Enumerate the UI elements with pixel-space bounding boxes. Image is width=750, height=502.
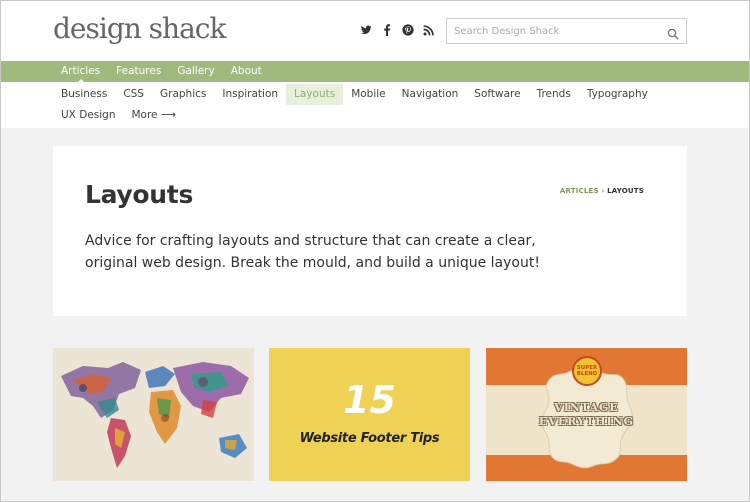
- facebook-icon[interactable]: [381, 24, 393, 36]
- main-nav-about[interactable]: About: [223, 61, 270, 82]
- main-nav-articles[interactable]: Articles: [53, 61, 108, 83]
- article-card-vintage[interactable]: SUPER BLEND VINTAGE EVERYTHING: [486, 348, 687, 481]
- page-description: Advice for crafting layouts and structur…: [85, 233, 540, 271]
- card-title: Website Footer Tips: [299, 431, 440, 446]
- page-title: Layouts: [85, 180, 194, 209]
- card-title: VINTAGE EVERYTHING: [486, 401, 687, 429]
- sub-nav-typography[interactable]: Typography: [579, 84, 656, 105]
- category-intro: Layouts ARTICLES › LAYOUTS Advice for cr…: [53, 146, 687, 316]
- breadcrumb: ARTICLES › LAYOUTS: [560, 187, 644, 195]
- twitter-icon[interactable]: [360, 24, 372, 36]
- sub-nav-navigation[interactable]: Navigation: [394, 84, 467, 105]
- article-card-world-map[interactable]: [53, 348, 254, 481]
- card-title-line2: EVERYTHING: [538, 415, 635, 428]
- sub-nav-layouts[interactable]: Layouts: [286, 84, 344, 105]
- rss-icon[interactable]: [423, 24, 435, 36]
- search-box: [446, 18, 687, 44]
- site-header: design shack: [0, 0, 750, 61]
- breadcrumb-articles[interactable]: ARTICLES: [560, 187, 599, 195]
- sub-nav-trends[interactable]: Trends: [529, 84, 579, 105]
- search-icon[interactable]: [667, 25, 679, 40]
- sub-nav-software[interactable]: Software: [466, 84, 528, 105]
- sub-nav-graphics[interactable]: Graphics: [152, 84, 214, 105]
- pinterest-icon[interactable]: [402, 24, 414, 36]
- social-links: [360, 24, 435, 36]
- world-map-image: [53, 348, 254, 481]
- search-input[interactable]: [447, 19, 657, 44]
- breadcrumb-current: LAYOUTS: [607, 187, 644, 195]
- site-logo[interactable]: design shack: [53, 12, 226, 45]
- main-nav-features[interactable]: Features: [108, 61, 169, 82]
- sub-nav-business[interactable]: Business: [53, 84, 115, 105]
- sub-nav-inspiration[interactable]: Inspiration: [214, 84, 286, 105]
- sub-nav: Business CSS Graphics Inspiration Layout…: [0, 82, 750, 128]
- sub-nav-css[interactable]: CSS: [115, 84, 152, 105]
- card-title-line1: VINTAGE: [554, 401, 619, 414]
- article-card-footer-tips[interactable]: 15 Website Footer Tips: [269, 348, 470, 481]
- main-nav: Articles Features Gallery About: [0, 61, 750, 83]
- sub-nav-mobile[interactable]: Mobile: [343, 84, 393, 105]
- card-number: 15: [343, 378, 396, 422]
- main-nav-gallery[interactable]: Gallery: [169, 61, 222, 82]
- sub-nav-more[interactable]: More ⟶: [123, 105, 183, 126]
- super-blend-badge: SUPER BLEND: [572, 356, 602, 386]
- breadcrumb-separator: ›: [601, 187, 605, 195]
- sub-nav-ux-design[interactable]: UX Design: [53, 105, 123, 126]
